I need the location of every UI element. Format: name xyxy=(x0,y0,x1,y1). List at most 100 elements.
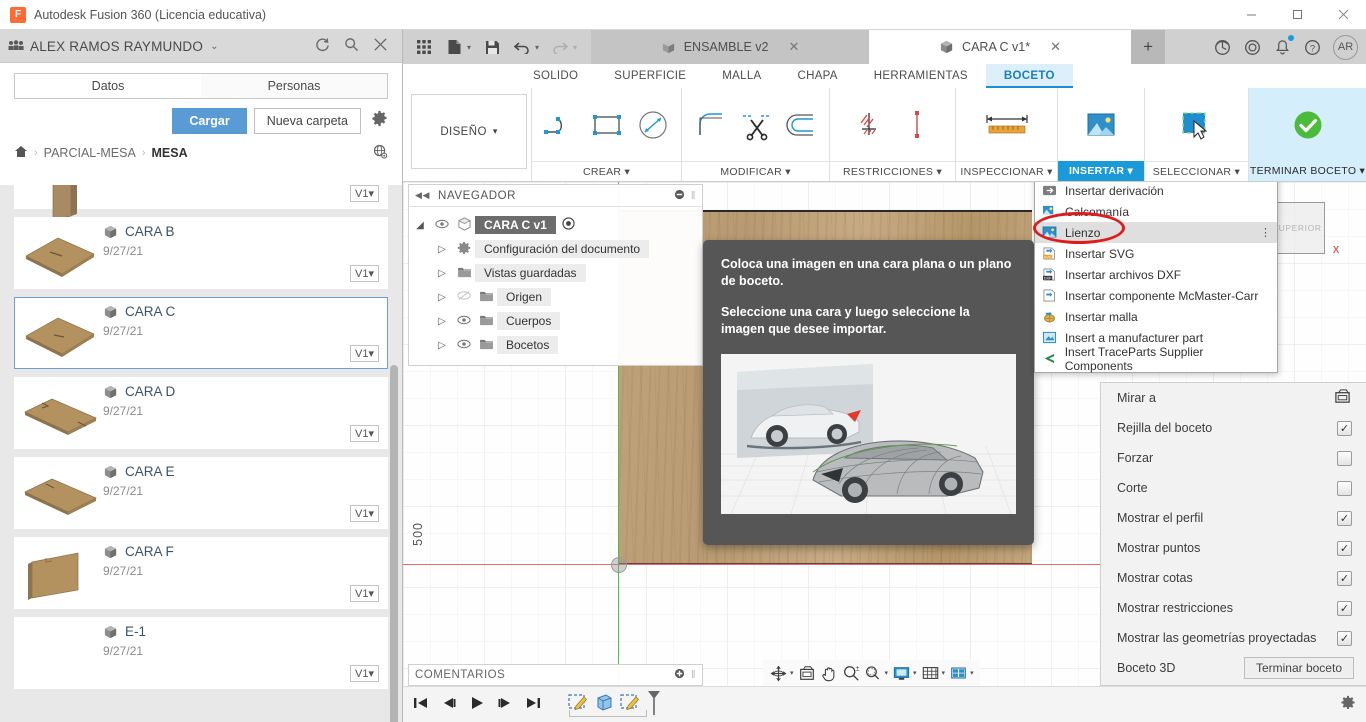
go-start-icon[interactable] xyxy=(413,696,429,713)
ribbon-tab-boceto[interactable]: BOCETO xyxy=(986,64,1073,88)
panel-resize-handle[interactable]: ‖ xyxy=(691,190,696,202)
play-icon[interactable] xyxy=(469,695,485,714)
minimize-dot-icon[interactable] xyxy=(674,189,685,203)
ribbon-group-label-inspeccionar[interactable]: INSPECCIONAR ▾ xyxy=(956,161,1057,181)
panel-resize-handle[interactable]: ‖ xyxy=(691,669,696,681)
ribbon-group-label-restricciones[interactable]: RESTRICCIONES ▾ xyxy=(830,161,955,181)
file-list-scrollbar[interactable] xyxy=(390,365,398,722)
viewports-icon[interactable]: ▾ xyxy=(949,664,974,682)
chevron-down-icon[interactable]: ▾ xyxy=(913,669,917,677)
version-chip[interactable]: V1▾ xyxy=(350,345,379,362)
list-item[interactable]: CARA D 9/27/21 V1▾ xyxy=(14,377,388,449)
menu-item-mcmaster-carr[interactable]: Insertar componente McMaster-Carr xyxy=(1035,285,1277,306)
close-icon[interactable]: ✕ xyxy=(1050,39,1061,55)
version-chip[interactable]: V1▾ xyxy=(350,505,379,522)
ribbon-group-label-crear[interactable]: CREAR ▾ xyxy=(532,161,681,181)
look-at-icon[interactable] xyxy=(1333,388,1352,408)
expand-arrow-icon[interactable]: ▷ xyxy=(431,292,453,303)
browser-navigator[interactable]: ◀◀ NAVEGADOR ‖ ◢ xyxy=(408,184,703,366)
version-chip[interactable]: V1▾ xyxy=(350,665,379,682)
breadcrumb-item-mesa[interactable]: MESA xyxy=(152,146,188,160)
chevron-down-icon[interactable]: ⌄ xyxy=(210,41,218,52)
visibility-eye-icon[interactable] xyxy=(453,338,475,352)
file-list[interactable]: 9/27/21 V1▾ xyxy=(0,185,402,722)
version-chip[interactable]: V1▾ xyxy=(350,585,379,602)
line-arc-icon[interactable] xyxy=(538,102,582,148)
ribbon-group-label-insertar[interactable]: INSERTAR ▾ xyxy=(1058,161,1144,181)
insert-dropdown-menu[interactable]: Insertar derivación Calcomanía Lienzo ⋮ xyxy=(1034,182,1278,373)
select-window-icon[interactable] xyxy=(1173,102,1219,148)
menu-item-insertar-derivacion[interactable]: Insertar derivación xyxy=(1035,182,1277,201)
look-at-icon[interactable] xyxy=(798,664,816,682)
version-chip[interactable]: V1▾ xyxy=(350,425,379,442)
list-item[interactable]: CARA B 9/27/21 V1▾ xyxy=(14,217,388,289)
checkbox-rejilla-del-boceto[interactable]: ✓ xyxy=(1337,421,1352,436)
zoom-window-icon[interactable]: ▾ xyxy=(864,664,889,682)
checkbox-mostrar-geometrias-proyectadas[interactable]: ✓ xyxy=(1337,631,1352,646)
visibility-eye-icon[interactable] xyxy=(453,314,475,328)
checkbox-corte[interactable] xyxy=(1337,481,1352,496)
breadcrumb-item-parcial-mesa[interactable]: PARCIAL-MESA xyxy=(44,146,136,160)
go-end-icon[interactable] xyxy=(525,696,541,713)
palette-row-corte[interactable]: Corte xyxy=(1101,473,1366,503)
hub-name[interactable]: ALEX RAMOS RAYMUNDO xyxy=(30,39,203,54)
origin-point[interactable] xyxy=(611,557,627,573)
fix-constraint-icon[interactable] xyxy=(846,102,892,148)
palette-row-mostrar-puntos[interactable]: Mostrar puntos ✓ xyxy=(1101,533,1366,563)
checkbox-mostrar-cotas[interactable]: ✓ xyxy=(1337,571,1352,586)
app-grid-icon[interactable] xyxy=(411,34,437,60)
refresh-icon[interactable] xyxy=(315,37,330,55)
palette-row-mostrar-cotas[interactable]: Mostrar cotas ✓ xyxy=(1101,563,1366,593)
viewport-canvas[interactable]: 500 SUPERIOR Y X Z ◀◀ NAVEGADOR ‖ xyxy=(403,182,1366,722)
version-chip[interactable]: V1▾ xyxy=(350,185,379,202)
step-back-icon[interactable] xyxy=(441,696,457,713)
menu-item-insertar-malla[interactable]: Insertar malla xyxy=(1035,306,1277,327)
display-settings-icon[interactable]: ▾ xyxy=(892,664,917,682)
ribbon-group-label-seleccionar[interactable]: SELECCIONAR ▾ xyxy=(1145,161,1248,181)
tree-node-origin[interactable]: ▷ Origen xyxy=(409,285,702,309)
tree-node-root[interactable]: ◢ CARA C v1 xyxy=(409,213,702,237)
document-tab-cara-c[interactable]: CARA C v1* ✕ xyxy=(869,30,1131,64)
chevron-down-icon[interactable]: ▾ xyxy=(885,669,889,677)
chevron-down-icon[interactable]: ▾ xyxy=(942,669,946,677)
palette-row-mirar-a[interactable]: Mirar a xyxy=(1101,383,1366,413)
visibility-eye-icon[interactable] xyxy=(431,218,453,232)
version-chip[interactable]: V1▾ xyxy=(350,265,379,282)
save-icon[interactable] xyxy=(479,34,505,60)
comments-panel[interactable]: COMENTARIOS ‖ xyxy=(408,664,703,686)
ribbon-tab-chapa[interactable]: CHAPA xyxy=(780,64,856,88)
visibility-eye-off-icon[interactable] xyxy=(453,290,475,304)
menu-item-insertar-dxf[interactable]: DXF Insertar archivos DXF xyxy=(1035,264,1277,285)
close-icon[interactable]: ✕ xyxy=(788,39,799,55)
tree-node-label[interactable]: Bocetos xyxy=(497,336,558,354)
orbit-icon[interactable]: ▾ xyxy=(769,664,794,683)
menu-item-insertar-svg[interactable]: SVG Insertar SVG xyxy=(1035,243,1277,264)
palette-row-forzar[interactable]: Forzar xyxy=(1101,443,1366,473)
document-tab-ensamble[interactable]: ENSAMBLE v2 ✕ xyxy=(591,30,869,64)
notifications-icon[interactable] xyxy=(1268,33,1296,61)
tree-node-saved-views[interactable]: ▷ Vistas guardadas xyxy=(409,261,702,285)
ribbon-group-label-modificar[interactable]: MODIFICAR ▾ xyxy=(682,161,829,181)
close-button[interactable] xyxy=(1320,0,1366,30)
workspace-selector[interactable]: DISEÑO ▾ xyxy=(411,94,527,169)
list-item-selected[interactable]: CARA C 9/27/21 V1▾ xyxy=(14,297,388,369)
expand-arrow-icon[interactable]: ▷ xyxy=(431,244,453,255)
offset-icon[interactable] xyxy=(779,102,823,148)
tree-node-label[interactable]: Cuerpos xyxy=(497,312,560,330)
add-comment-icon[interactable] xyxy=(674,668,685,682)
dimension-label[interactable]: 500 xyxy=(411,522,425,546)
activate-component-radio[interactable] xyxy=(562,217,575,233)
search-icon[interactable] xyxy=(344,37,359,55)
tab-personas[interactable]: Personas xyxy=(201,73,388,99)
menu-item-traceparts[interactable]: Insert TraceParts Supplier Components xyxy=(1035,348,1277,369)
minimize-button[interactable] xyxy=(1228,0,1274,30)
redo-icon[interactable] xyxy=(547,34,573,60)
close-panel-icon[interactable] xyxy=(373,37,388,55)
finish-sketch-button[interactable]: Terminar boceto xyxy=(1244,657,1354,679)
tree-node-bodies[interactable]: ▷ Cuerpos xyxy=(409,309,702,333)
help-icon[interactable]: ? xyxy=(1298,33,1326,61)
tab-datos[interactable]: Datos xyxy=(14,73,201,99)
chevron-down-icon[interactable]: ▾ xyxy=(573,43,577,52)
upload-button[interactable]: Cargar xyxy=(172,108,246,134)
tree-node-sketches[interactable]: ▷ Bocetos xyxy=(409,333,702,357)
